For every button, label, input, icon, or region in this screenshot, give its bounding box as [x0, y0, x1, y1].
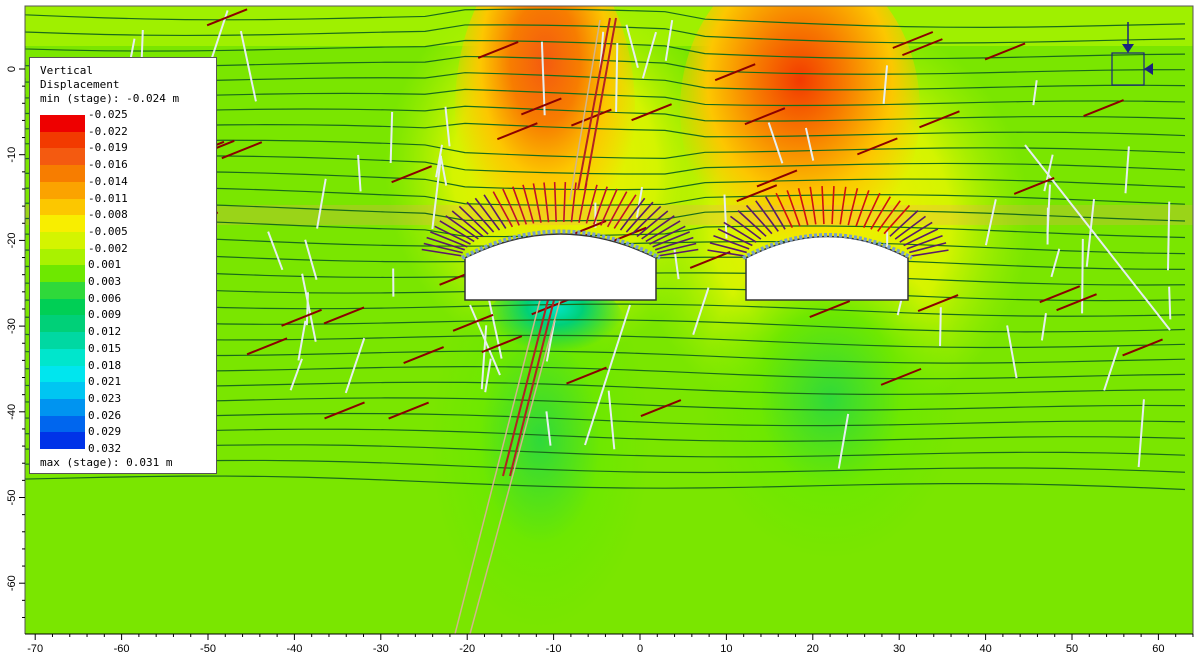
- legend-value: -0.022: [88, 125, 128, 139]
- legend-value: 0.021: [88, 375, 121, 389]
- y-tick-label: -20: [6, 232, 18, 248]
- legend-value: -0.025: [88, 108, 128, 122]
- legend-value: 0.012: [88, 325, 121, 339]
- legend-swatch: [40, 332, 85, 349]
- y-tick-label: -40: [6, 404, 18, 420]
- legend-swatch: [40, 416, 85, 433]
- legend-swatch: [40, 315, 85, 332]
- joint-segment: [616, 43, 617, 112]
- legend-level: 0.001: [40, 265, 210, 282]
- legend-level: 0.021: [40, 382, 210, 399]
- legend-value: 0.006: [88, 292, 121, 306]
- y-tick-label: 0: [6, 66, 18, 72]
- legend-max-label: max (stage): 0.031 m: [40, 456, 172, 469]
- legend-level: 0.023: [40, 399, 210, 416]
- x-tick-label: -20: [459, 643, 475, 655]
- legend-level: 0.018: [40, 366, 210, 383]
- legend-level: 0.015: [40, 349, 210, 366]
- legend-value: -0.011: [88, 192, 128, 206]
- legend-value: 0.032: [88, 442, 121, 456]
- legend-value: -0.019: [88, 141, 128, 155]
- legend-value: 0.029: [88, 425, 121, 439]
- legend-swatch: [40, 165, 85, 182]
- joint-segment: [1168, 202, 1169, 271]
- x-tick-label: -70: [27, 643, 43, 655]
- x-tick-label: 30: [893, 643, 905, 655]
- y-tick-label: -30: [6, 318, 18, 334]
- legend-value: 0.015: [88, 342, 121, 356]
- legend-level: 0.003: [40, 282, 210, 299]
- x-tick-label: 20: [807, 643, 819, 655]
- legend-swatch: [40, 265, 85, 282]
- legend-value: -0.016: [88, 158, 128, 172]
- x-tick-label: -60: [114, 643, 130, 655]
- legend-swatch: [40, 299, 85, 316]
- legend-level: 0.006: [40, 299, 210, 316]
- legend-value: -0.008: [88, 208, 128, 222]
- legend-value: -0.014: [88, 175, 128, 189]
- legend-swatch: [40, 215, 85, 232]
- legend-swatch: [40, 132, 85, 149]
- model-viewport[interactable]: -70 -60 -50 -40 -30 -20 -10 0 10 20 30 40 50 60 0 -10 -…: [0, 0, 1201, 662]
- legend-value: -0.005: [88, 225, 128, 239]
- legend-swatch: [40, 382, 85, 399]
- legend-value: 0.023: [88, 392, 121, 406]
- legend-swatch: [40, 199, 85, 216]
- legend-swatch: [40, 115, 85, 132]
- legend-swatch: [40, 399, 85, 416]
- x-tick-label: 0: [637, 643, 643, 655]
- legend-swatch: [40, 249, 85, 266]
- legend-value: 0.009: [88, 308, 121, 322]
- legend-value: -0.002: [88, 242, 128, 256]
- x-tick-label: -30: [373, 643, 389, 655]
- legend-level: -0.002: [40, 249, 210, 266]
- x-tick-label: -50: [200, 643, 216, 655]
- y-tick-label: -50: [6, 490, 18, 506]
- legend-swatch: [40, 182, 85, 199]
- legend-swatch: [40, 232, 85, 249]
- y-tick-label: -60: [6, 575, 18, 591]
- joint-segment: [940, 307, 941, 346]
- x-tick-label: 50: [1066, 643, 1078, 655]
- legend-swatch: [40, 432, 85, 449]
- legend-swatch: [40, 366, 85, 383]
- joint-segment: [1169, 287, 1170, 320]
- joint-segment: [1082, 239, 1083, 313]
- legend-level: 0.026: [40, 416, 210, 433]
- x-tick-label: -10: [546, 643, 562, 655]
- legend-value: 0.001: [88, 258, 121, 272]
- legend-level: 0.0290.032: [40, 432, 210, 449]
- legend-swatch: [40, 349, 85, 366]
- x-tick-label: -40: [286, 643, 302, 655]
- y-tick-label: -10: [6, 147, 18, 163]
- legend-level: 0.012: [40, 332, 210, 349]
- legend-value: 0.018: [88, 359, 121, 373]
- legend-swatch: [40, 148, 85, 165]
- x-tick-label: 10: [720, 643, 732, 655]
- x-tick-label: 40: [979, 643, 991, 655]
- legend-title: Vertical Displacement min (stage): -0.02…: [40, 64, 179, 106]
- legend-value: 0.026: [88, 409, 121, 423]
- legend-value: 0.003: [88, 275, 121, 289]
- legend-level: 0.009: [40, 315, 210, 332]
- x-tick-label: 60: [1152, 643, 1164, 655]
- legend-swatch: [40, 282, 85, 299]
- legend-panel[interactable]: Vertical Displacement min (stage): -0.02…: [29, 57, 217, 474]
